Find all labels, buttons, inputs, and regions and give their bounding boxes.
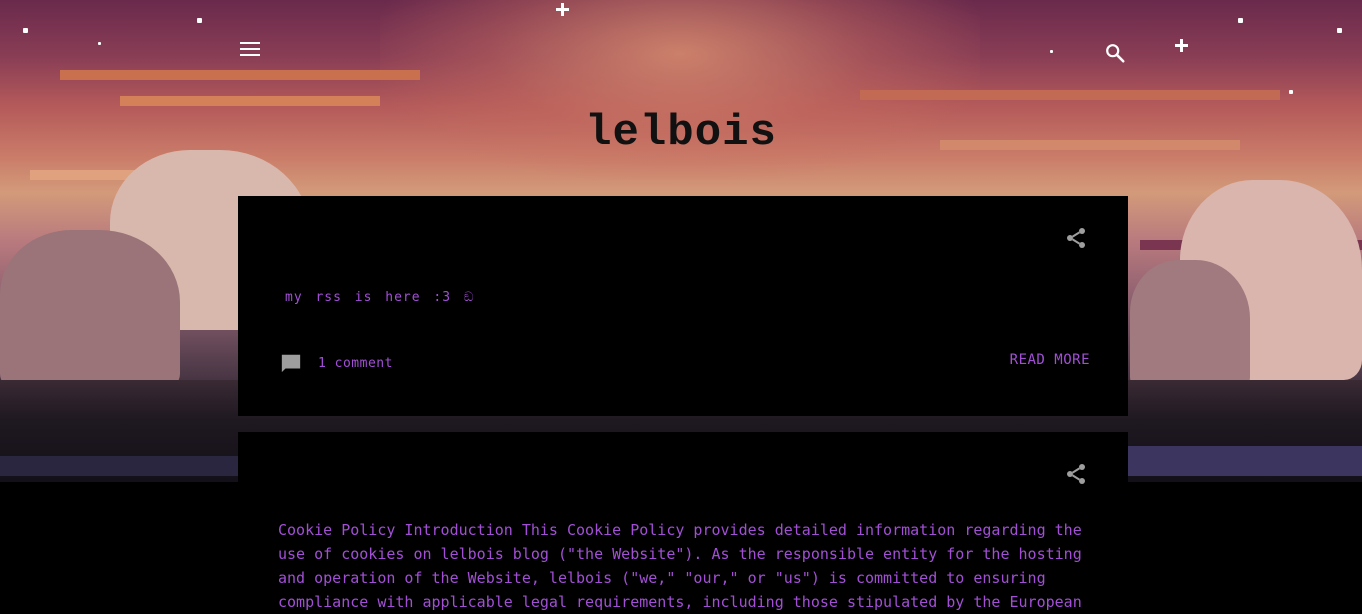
sparkle <box>1175 39 1188 52</box>
comments-link[interactable]: 1 comment <box>280 352 393 374</box>
star <box>23 28 28 33</box>
share-icon[interactable] <box>1064 462 1088 486</box>
post-snippet: my rss is here :3 ඞ <box>285 290 475 305</box>
post-card: my rss is here :3 ඞ 1 comment READ MORE <box>238 196 1128 416</box>
share-icon[interactable] <box>1064 226 1088 250</box>
cloud-band <box>860 90 1280 100</box>
comments-count[interactable]: 1 comment <box>318 356 393 371</box>
sparkle <box>556 3 569 16</box>
cloud <box>0 230 180 390</box>
star <box>98 42 101 45</box>
star <box>1050 50 1053 53</box>
search-icon[interactable] <box>1104 42 1126 64</box>
post-body: Cookie Policy Introduction This Cookie P… <box>278 521 1082 611</box>
cloud-band <box>120 96 380 106</box>
cloud-band <box>60 70 420 80</box>
star <box>1337 28 1342 33</box>
cloud <box>1130 260 1250 390</box>
star <box>1289 90 1293 94</box>
comment-icon <box>281 354 301 373</box>
blog-title[interactable]: lelbois <box>0 108 1362 158</box>
read-more-link[interactable]: READ MORE <box>1010 352 1090 368</box>
post-card: Cookie Policy Introduction This Cookie P… <box>238 432 1128 612</box>
star <box>197 18 202 23</box>
water <box>0 456 240 476</box>
star <box>1238 18 1243 23</box>
menu-icon[interactable] <box>240 42 260 58</box>
